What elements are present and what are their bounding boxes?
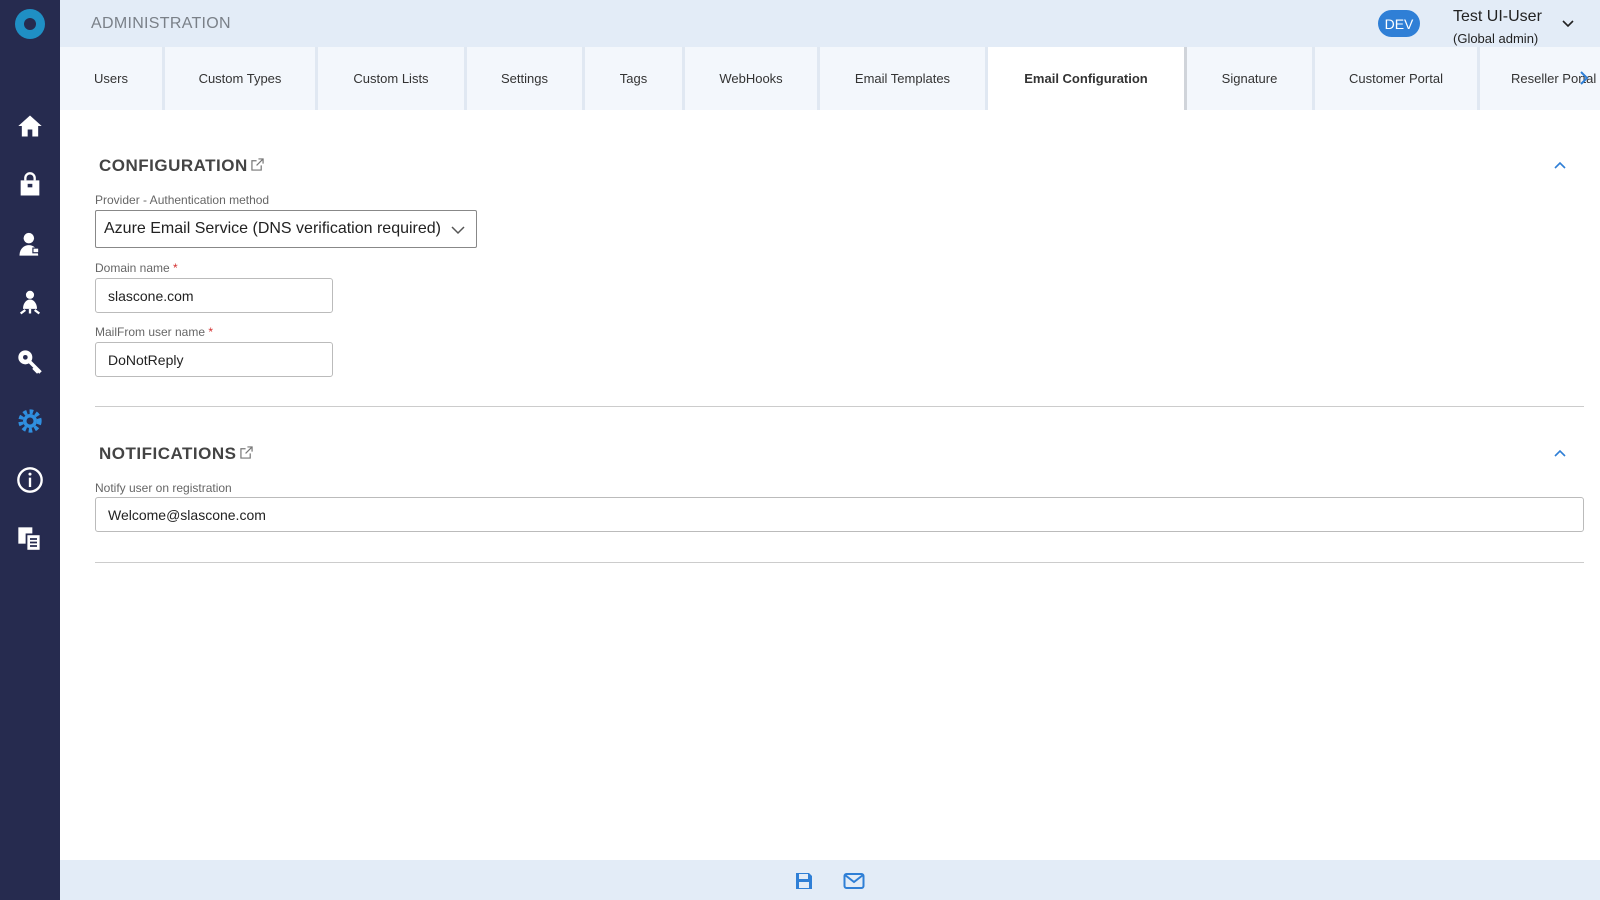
tab-users[interactable]: Users — [60, 47, 165, 110]
chevron-down-icon[interactable] — [1560, 16, 1576, 32]
gear-icon[interactable] — [15, 406, 45, 436]
footer-toolbar — [60, 860, 1600, 900]
notify-registration-label: Notify user on registration — [95, 481, 232, 495]
top-header: ADMINISTRATION DEV Test UI-User (Global … — [60, 0, 1600, 47]
chevron-up-icon[interactable] — [1552, 445, 1568, 461]
external-link-icon[interactable] — [240, 446, 253, 459]
save-button[interactable] — [793, 870, 815, 892]
info-icon[interactable] — [15, 465, 45, 495]
section-divider — [95, 406, 1584, 407]
tabs-scroll-right-button[interactable] — [1572, 63, 1596, 93]
tab-customer-portal[interactable]: Customer Portal — [1315, 47, 1480, 110]
required-marker: * — [208, 325, 214, 339]
tab-custom-types[interactable]: Custom Types — [165, 47, 318, 110]
provider-select-value: Azure Email Service (DNS verification re… — [104, 220, 441, 237]
chevron-down-icon — [451, 226, 465, 235]
domain-name-label: Domain name * — [95, 261, 178, 275]
environment-badge: DEV — [1378, 10, 1420, 37]
tab-bar: Users Custom Types Custom Lists Settings… — [60, 47, 1600, 110]
reseller-icon[interactable] — [15, 288, 45, 318]
chevron-right-icon — [1580, 71, 1589, 85]
domain-name-input[interactable] — [95, 278, 333, 313]
sidebar — [0, 0, 60, 900]
domain-name-label-text: Domain name — [95, 261, 170, 275]
tab-custom-lists[interactable]: Custom Lists — [318, 47, 467, 110]
key-icon[interactable] — [15, 347, 45, 377]
configuration-section-title: CONFIGURATION — [99, 156, 248, 175]
customer-icon[interactable] — [15, 229, 45, 259]
shopping-bag-icon[interactable] — [15, 170, 45, 200]
mailfrom-label: MailFrom user name * — [95, 325, 213, 339]
external-link-icon[interactable] — [251, 158, 264, 171]
notify-registration-input[interactable] — [95, 497, 1584, 532]
app-logo[interactable] — [15, 9, 45, 39]
tab-email-templates[interactable]: Email Templates — [820, 47, 988, 110]
tab-email-configuration[interactable]: Email Configuration — [988, 47, 1187, 110]
provider-select[interactable]: Azure Email Service (DNS verification re… — [95, 210, 477, 248]
page-title: ADMINISTRATION — [91, 15, 231, 32]
required-marker: * — [173, 261, 178, 275]
home-icon[interactable] — [15, 111, 45, 141]
chevron-up-icon[interactable] — [1552, 157, 1568, 173]
section-divider — [95, 562, 1584, 563]
mailfrom-label-text: MailFrom user name — [95, 325, 206, 339]
tab-tags[interactable]: Tags — [585, 47, 685, 110]
user-name[interactable]: Test UI-User — [1453, 8, 1542, 26]
save-icon — [796, 873, 812, 889]
send-test-email-button[interactable] — [843, 870, 865, 892]
notifications-section-title: NOTIFICATIONS — [99, 444, 237, 463]
user-role: (Global admin) — [1453, 31, 1539, 46]
provider-label: Provider - Authentication method — [95, 193, 270, 207]
tab-webhooks[interactable]: WebHooks — [685, 47, 820, 110]
tab-signature[interactable]: Signature — [1187, 47, 1315, 110]
documents-icon[interactable] — [15, 524, 45, 554]
tab-settings[interactable]: Settings — [467, 47, 585, 110]
mailfrom-user-input[interactable] — [95, 342, 333, 377]
envelope-icon — [843, 873, 865, 889]
